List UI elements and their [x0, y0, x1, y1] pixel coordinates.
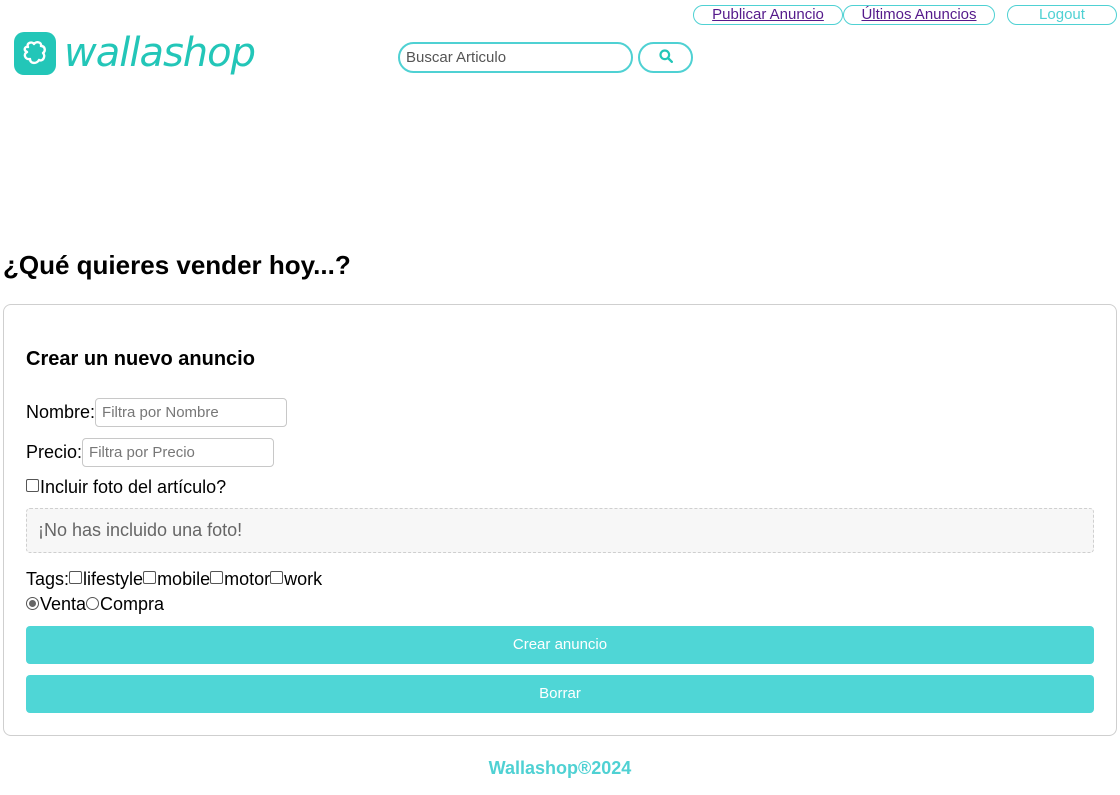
- tag-motor-checkbox[interactable]: [210, 571, 224, 584]
- tag-lifestyle-checkbox[interactable]: [69, 571, 83, 584]
- nombre-label: Nombre:: [26, 402, 96, 422]
- logout-button[interactable]: Logout: [1007, 5, 1117, 25]
- nombre-input[interactable]: [95, 398, 288, 427]
- photo-placeholder: ¡No has incluido una foto!: [26, 508, 1094, 553]
- publicar-anuncio-link[interactable]: Publicar Anuncio: [693, 5, 843, 25]
- form-title: Crear un nuevo anuncio: [26, 348, 255, 370]
- compra-radio[interactable]: [86, 597, 100, 610]
- precio-label: Precio:: [26, 442, 83, 462]
- search-button[interactable]: [638, 42, 693, 73]
- crear-anuncio-button[interactable]: Crear anuncio: [26, 626, 1094, 664]
- logo-text: wallashop: [64, 30, 256, 76]
- foto-checkbox[interactable]: [26, 479, 39, 492]
- logo[interactable]: wallashop: [14, 29, 256, 77]
- borrar-button[interactable]: Borrar: [26, 675, 1094, 713]
- precio-input[interactable]: [82, 438, 275, 467]
- compra-label: Compra: [100, 594, 165, 614]
- tag-work-label: work: [284, 569, 323, 589]
- tag-mobile-checkbox[interactable]: [143, 571, 157, 584]
- tag-work-checkbox[interactable]: [270, 571, 284, 584]
- top-nav: Publicar Anuncio Últimos Anuncios Logout: [693, 5, 1117, 25]
- venta-radio[interactable]: [26, 597, 39, 610]
- precio-row: Precio:: [26, 438, 275, 467]
- type-row: Venta Compra: [26, 594, 164, 615]
- search-input[interactable]: [398, 42, 633, 73]
- tags-label: Tags:: [26, 569, 70, 589]
- venta-label: Venta: [40, 594, 87, 614]
- search-icon: [658, 49, 673, 66]
- tag-mobile-label: mobile: [157, 569, 211, 589]
- create-ad-form: Crear un nuevo anuncio Nombre: Precio: I…: [3, 304, 1117, 736]
- foto-label: Incluir foto del artículo?: [40, 477, 227, 497]
- footer: Wallashop®2024: [488, 758, 632, 778]
- shopping-bag-icon: [14, 31, 56, 75]
- page-title: ¿Qué quieres vender hoy...?: [3, 250, 351, 280]
- tag-lifestyle-label: lifestyle: [83, 569, 144, 589]
- ultimos-anuncios-link[interactable]: Últimos Anuncios: [843, 5, 995, 25]
- foto-row: Incluir foto del artículo?: [26, 477, 226, 498]
- tag-motor-label: motor: [224, 569, 271, 589]
- page: Publicar Anuncio Últimos Anuncios Logout…: [0, 0, 1120, 795]
- tags-row: Tags: lifestyle mobile motor work: [26, 569, 322, 590]
- nombre-row: Nombre:: [26, 398, 288, 427]
